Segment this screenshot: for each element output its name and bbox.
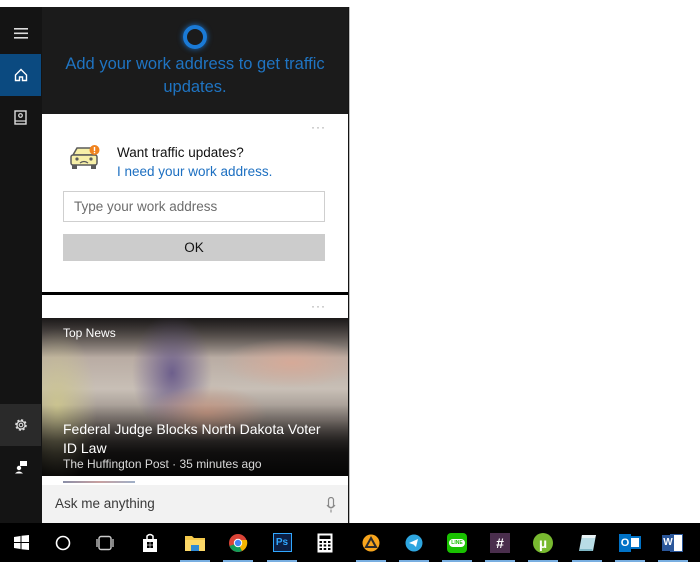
outlook-icon: O — [619, 533, 641, 552]
news-story[interactable]: Top News Federal Judge Blocks North Dako… — [42, 318, 348, 476]
cortana-main: Add your work address to get traffic upd… — [42, 7, 348, 525]
cortana-panel: Add your work address to get traffic upd… — [0, 7, 350, 525]
sidebar-item-settings[interactable] — [0, 404, 41, 446]
avast-icon — [362, 534, 380, 551]
taskbar-cortana-button[interactable] — [44, 523, 82, 562]
taskbar-slack-button[interactable]: # — [481, 523, 519, 562]
cortana-ring-icon — [183, 25, 207, 49]
search-input[interactable] — [53, 495, 307, 512]
taskbar-file-explorer-button[interactable] — [176, 523, 214, 562]
work-address-input[interactable] — [63, 191, 325, 222]
news-headline[interactable]: Federal Judge Blocks North Dakota Voter … — [63, 420, 338, 458]
telegram-icon — [405, 534, 423, 551]
news-tag: Top News — [63, 326, 116, 340]
taskbar-notepad-button[interactable] — [568, 523, 606, 562]
traffic-card-subtitle: I need your work address. — [117, 164, 273, 179]
next-story-peek — [63, 481, 135, 483]
news-card-more-button[interactable]: ··· — [311, 299, 326, 313]
notebook-icon — [14, 109, 27, 125]
traffic-card: ··· Want traffic updates? I need your wo… — [42, 114, 348, 292]
photoshop-icon: Ps — [272, 533, 292, 552]
traffic-card-title: Want traffic updates? — [117, 145, 244, 160]
chrome-icon — [229, 533, 248, 552]
gear-icon — [14, 419, 27, 431]
calculator-icon — [317, 533, 333, 552]
feedback-icon — [14, 461, 27, 474]
hash-icon: # — [490, 532, 510, 553]
news-card: ··· Top News Federal Judge Blocks North … — [42, 295, 348, 485]
traffic-card-more-button[interactable]: ··· — [311, 120, 326, 134]
utorrent-icon: µ — [533, 532, 553, 553]
taskbar-chrome-button[interactable] — [219, 523, 257, 562]
taskbar-word-button[interactable]: W — [654, 523, 692, 562]
microphone-icon[interactable] — [326, 497, 336, 513]
circle-icon — [55, 535, 71, 550]
news-source: The Huffington Post · 35 minutes ago — [63, 457, 262, 471]
taskbar-photoshop-button[interactable]: Ps — [263, 523, 301, 562]
taskbar-task-view-button[interactable] — [86, 523, 124, 562]
cortana-header: Add your work address to get traffic upd… — [42, 7, 348, 114]
taskbar-utorrent-button[interactable]: µ — [524, 523, 562, 562]
taskbar-line-button[interactable]: LINE — [438, 523, 476, 562]
home-icon — [14, 68, 27, 82]
header-message: Add your work address to get traffic upd… — [65, 55, 325, 96]
menu-button[interactable] — [0, 12, 41, 54]
taskbar-outlook-button[interactable]: O — [611, 523, 649, 562]
cortana-sidebar — [0, 7, 41, 525]
sidebar-item-notebook[interactable] — [0, 96, 41, 138]
taskbar: Ps LINE # µ O W — [0, 523, 700, 562]
taskbar-calculator-button[interactable] — [306, 523, 344, 562]
windows-logo-icon — [13, 535, 29, 550]
hamburger-icon — [13, 27, 28, 39]
sidebar-item-feedback[interactable] — [0, 446, 41, 488]
taskbar-start-button[interactable] — [2, 523, 40, 562]
folder-icon — [185, 535, 205, 551]
ok-button[interactable]: OK — [63, 234, 325, 261]
taskbar-telegram-button[interactable] — [395, 523, 433, 562]
taskbar-avast-button[interactable] — [352, 523, 390, 562]
store-bag-icon — [143, 533, 157, 552]
task-view-icon — [96, 535, 114, 550]
line-icon: LINE — [447, 532, 467, 553]
car-alert-icon — [70, 145, 100, 169]
search-bar — [42, 485, 348, 525]
word-icon: W — [662, 533, 684, 553]
notepad-icon — [579, 534, 596, 551]
sidebar-item-home[interactable] — [0, 54, 41, 96]
taskbar-store-button[interactable] — [131, 523, 169, 562]
